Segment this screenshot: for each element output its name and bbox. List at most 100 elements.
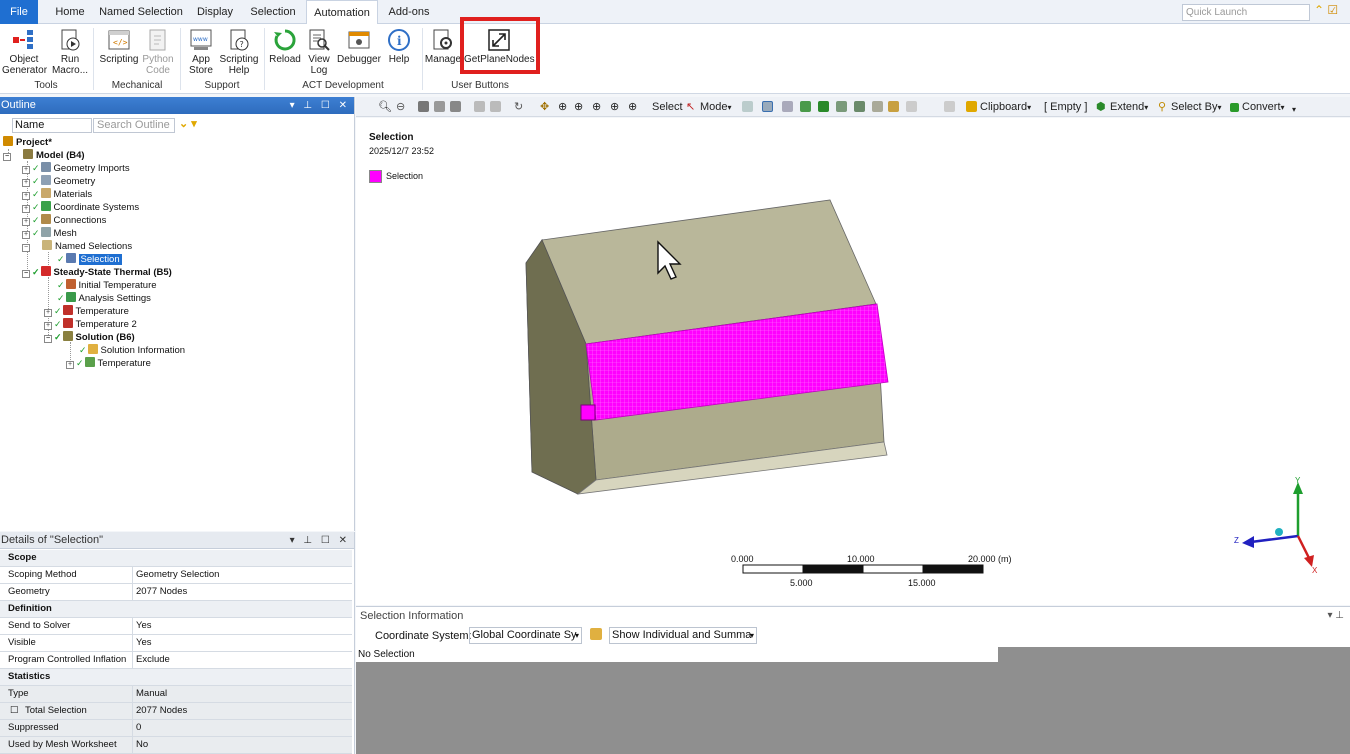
zoom-in-icon[interactable]: 🔍︎ xyxy=(378,100,392,114)
select-label[interactable]: Select xyxy=(652,100,683,114)
expand-icon[interactable]: + xyxy=(22,192,30,200)
select-body-icon[interactable] xyxy=(818,101,829,112)
tree-solution[interactable]: − ✓ Solution (B6) xyxy=(44,331,135,344)
filter-chevron-icon[interactable]: ⌄ ▾ xyxy=(179,117,197,130)
extend-icon[interactable]: ⬢ xyxy=(1096,100,1106,114)
tab-named-selection[interactable]: Named Selection xyxy=(98,0,184,24)
details-section-scope[interactable]: Scope xyxy=(0,550,352,567)
tab-display[interactable]: Display xyxy=(192,0,238,24)
details-row[interactable]: Send to Solver Yes xyxy=(0,618,352,635)
details-row[interactable]: Scoping Method Geometry Selection xyxy=(0,567,352,584)
pan-icon[interactable]: ✥ xyxy=(540,100,549,114)
graphics-option-icon[interactable] xyxy=(490,101,501,112)
select-element-icon[interactable] xyxy=(836,101,847,112)
tab-add-ons[interactable]: Add-ons xyxy=(384,0,434,24)
clipboard-dropdown[interactable]: Clipboard▾ xyxy=(980,100,1031,115)
details-row[interactable]: Type Manual xyxy=(0,686,352,703)
collapse-icon[interactable]: − xyxy=(44,335,52,343)
view-wire-icon[interactable] xyxy=(450,101,461,112)
convert-dropdown[interactable]: Convert▾ xyxy=(1242,100,1285,115)
extend-dropdown[interactable]: Extend▾ xyxy=(1110,100,1148,115)
view-solid-icon[interactable] xyxy=(434,101,445,112)
reload-button[interactable]: Reload xyxy=(267,28,303,65)
expand-icon[interactable]: + xyxy=(22,166,30,174)
expand-icon[interactable]: + xyxy=(22,218,30,226)
tree-connections[interactable]: + ✓ Connections xyxy=(22,214,106,227)
collapse-icon[interactable]: − xyxy=(3,153,11,161)
scripting-help-button[interactable]: ? Scripting Help xyxy=(218,28,260,76)
manage-button[interactable]: Manage xyxy=(424,28,462,65)
tab-automation[interactable]: Automation xyxy=(306,0,378,25)
tab-file[interactable]: File xyxy=(0,0,38,24)
expand-icon[interactable]: + xyxy=(44,322,52,330)
expand-icon[interactable]: + xyxy=(22,179,30,187)
select-vertex-icon[interactable] xyxy=(742,101,753,112)
view-log-button[interactable]: View Log xyxy=(303,28,335,76)
ribbon-collapse-icon[interactable]: ⌃ ☑ xyxy=(1314,3,1338,17)
tree-solution-information[interactable]: ✓ Solution Information xyxy=(79,344,185,357)
object-generator-button[interactable]: Object Generator xyxy=(2,28,47,76)
mode-dropdown[interactable]: Mode▾ xyxy=(700,100,732,115)
tab-selection[interactable]: Selection xyxy=(246,0,300,24)
mode-arrow-icon[interactable]: ↖ xyxy=(686,100,695,114)
quick-launch-input[interactable]: Quick Launch xyxy=(1182,4,1310,21)
convert-icon[interactable] xyxy=(1230,103,1239,112)
tree-coordinate-systems[interactable]: + ✓ Coordinate Systems xyxy=(22,201,139,214)
python-code-button[interactable]: Python Code xyxy=(140,28,176,76)
graphics-viewport[interactable]: Selection 2025/12/7 23:52 Selection 0.00… xyxy=(356,118,1350,605)
graphics-option-icon[interactable] xyxy=(474,101,485,112)
details-row[interactable]: Used by Mesh Worksheet No xyxy=(0,737,352,754)
run-macro-button[interactable]: Run Macro... xyxy=(50,28,90,76)
expand-icon[interactable]: + xyxy=(22,231,30,239)
select-option-icon[interactable] xyxy=(944,101,955,112)
expand-icon[interactable]: + xyxy=(44,309,52,317)
tree-project[interactable]: Project* xyxy=(3,136,52,149)
details-row[interactable]: Suppressed 0 xyxy=(0,720,352,737)
details-section-definition[interactable]: Definition xyxy=(0,601,352,618)
select-face-icon[interactable] xyxy=(800,101,811,112)
select-by-icon[interactable]: ⚲ xyxy=(1158,100,1166,114)
select-node-icon[interactable] xyxy=(762,101,773,112)
panel-controls[interactable]: ▾ ⊥ ☐ ✕ xyxy=(290,97,350,114)
clipboard-icon[interactable] xyxy=(966,101,977,112)
expand-icon[interactable]: + xyxy=(22,205,30,213)
tree-selection[interactable]: ✓ Selection xyxy=(57,253,122,266)
tree-geometry[interactable]: + ✓ Geometry xyxy=(22,175,95,188)
model-body[interactable] xyxy=(356,118,1350,605)
tab-home[interactable]: Home xyxy=(50,0,90,24)
tree-geometry-imports[interactable]: + ✓ Geometry Imports xyxy=(22,162,130,175)
details-row[interactable]: Visible Yes xyxy=(0,635,352,652)
tree-temperature-2[interactable]: + ✓ Temperature 2 xyxy=(44,318,137,331)
checkbox-icon[interactable]: ☐ xyxy=(10,703,19,719)
zoom-fit-icon[interactable]: ⊕ xyxy=(592,100,601,114)
zoom-out-icon[interactable]: ⊖ xyxy=(396,100,405,114)
select-edge-icon[interactable] xyxy=(782,101,793,112)
export-icon[interactable] xyxy=(590,628,602,640)
help-button[interactable]: i Help xyxy=(383,28,415,65)
outline-name-filter[interactable]: Name xyxy=(12,118,92,133)
tree-materials[interactable]: + ✓ Materials xyxy=(22,188,92,201)
tree-named-selections[interactable]: − Named Selections xyxy=(22,240,132,253)
select-option-icon[interactable] xyxy=(872,101,883,112)
tree-solution-temperature[interactable]: + ✓ Temperature xyxy=(66,357,151,370)
select-by-dropdown[interactable]: Select By▾ xyxy=(1171,100,1221,115)
details-row[interactable]: ☐ Total Selection 2077 Nodes xyxy=(0,703,352,720)
tree-analysis-settings[interactable]: ✓ Analysis Settings xyxy=(57,292,151,305)
show-summary-dropdown[interactable]: Show Individual and Summa ▾ xyxy=(609,627,757,644)
coordinate-system-dropdown[interactable]: Global Coordinate Sy ▾ xyxy=(469,627,582,644)
rotate-icon[interactable]: ↻ xyxy=(514,100,523,114)
feedback-icon[interactable]: ☑ xyxy=(1327,3,1338,17)
app-store-button[interactable]: www App Store xyxy=(184,28,218,76)
zoom-box-icon[interactable]: ⊕ xyxy=(574,100,583,114)
magnifier-icon[interactable]: ⊕ xyxy=(610,100,619,114)
panel-controls[interactable]: ▾ ⊥ xyxy=(1327,610,1344,621)
select-option-icon[interactable] xyxy=(906,101,917,112)
details-row[interactable]: Program Controlled Inflation Exclude xyxy=(0,652,352,669)
select-element-face-icon[interactable] xyxy=(854,101,865,112)
tree-model[interactable]: − Model (B4) xyxy=(3,149,85,162)
tree-temperature[interactable]: + ✓ Temperature xyxy=(44,305,129,318)
details-row[interactable]: Geometry 2077 Nodes xyxy=(0,584,352,601)
view-box-icon[interactable] xyxy=(418,101,429,112)
collapse-icon[interactable]: − xyxy=(22,270,30,278)
scripting-button[interactable]: </> Scripting xyxy=(98,28,140,65)
